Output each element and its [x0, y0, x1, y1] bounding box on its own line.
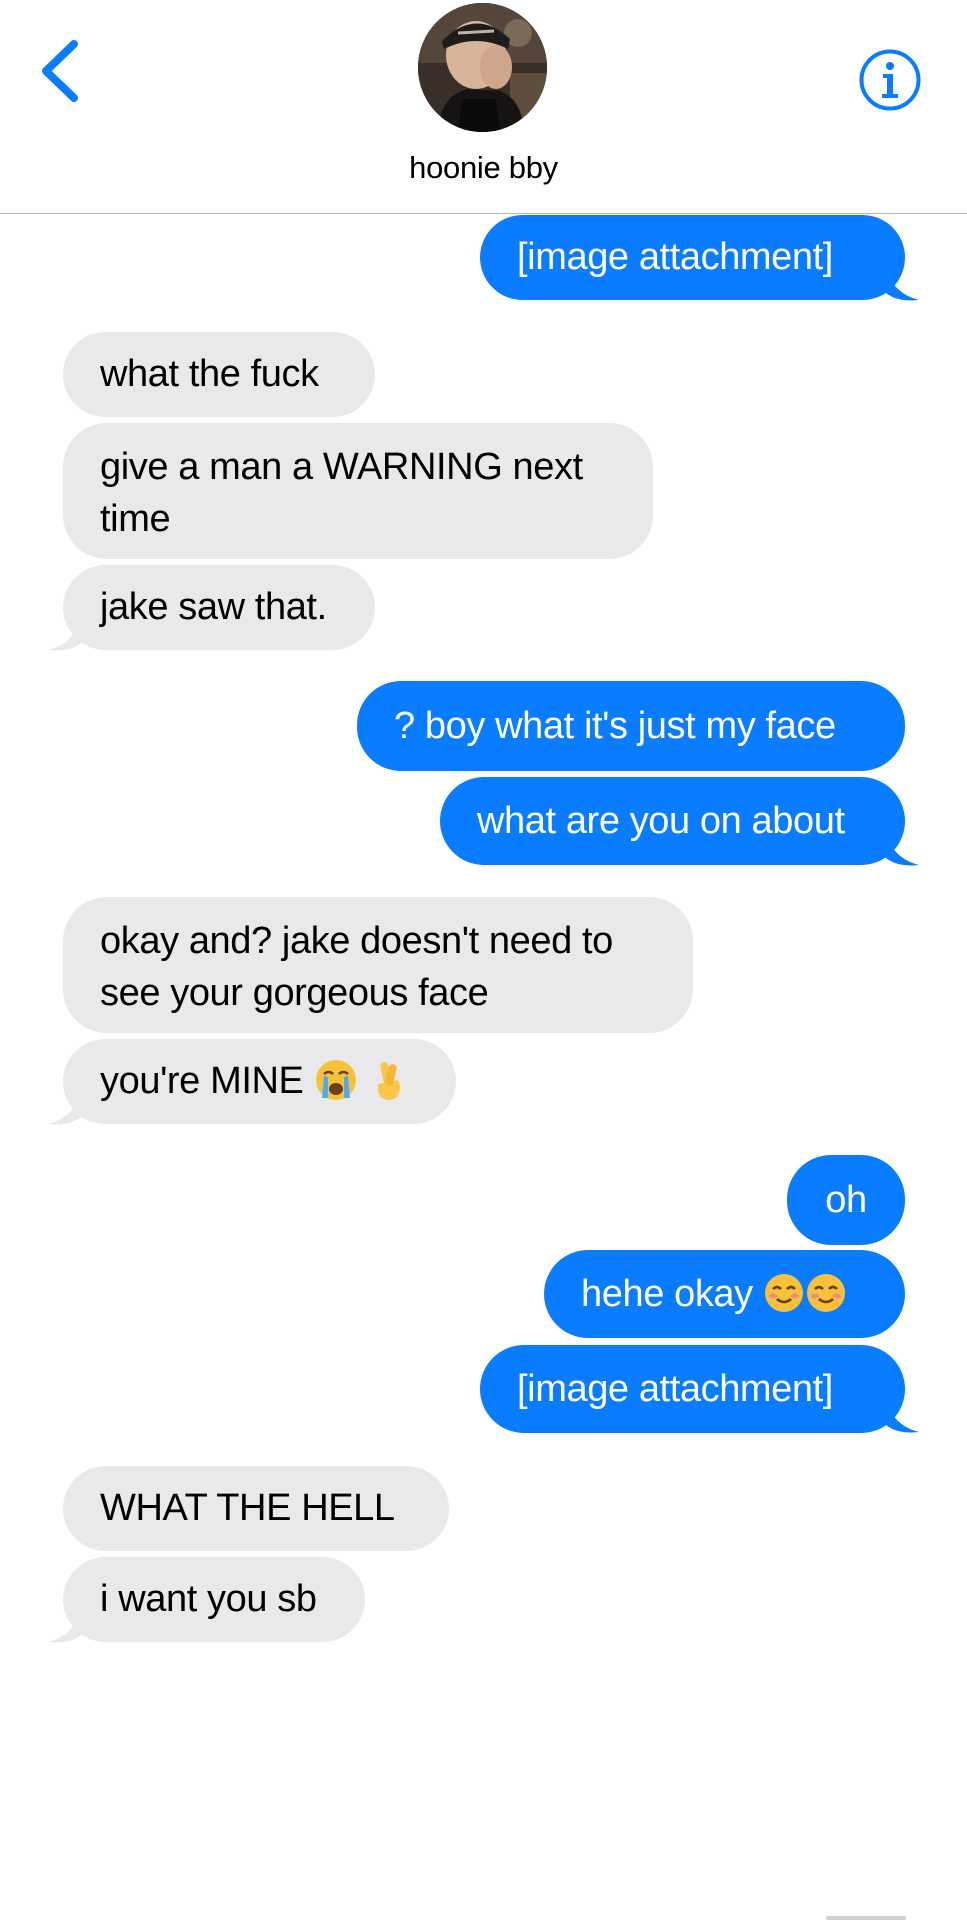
bubble-tail — [885, 268, 919, 301]
smiling-face-emoji — [806, 1273, 845, 1312]
sent-message-bubble[interactable]: ? boy what it's just my face — [357, 681, 905, 771]
sent-message-bubble[interactable]: [image attachment] — [480, 215, 905, 300]
contact-name: hoonie bby — [409, 150, 558, 185]
message-text: what are you on about — [477, 800, 845, 842]
message-text: oh — [825, 1179, 867, 1221]
received-message-bubble[interactable]: WHAT THE HELL — [63, 1466, 449, 1551]
message-text: give a man a WARNING next time — [100, 446, 583, 540]
info-icon[interactable] — [858, 48, 922, 112]
sent-message-bubble[interactable]: oh — [787, 1155, 905, 1245]
received-message-bubble[interactable]: okay and? jake doesn't need to see your … — [63, 897, 693, 1033]
message-text: [image attachment] — [517, 1368, 833, 1410]
smiling-face-emoji — [764, 1273, 803, 1312]
message-text: i want you sb — [100, 1578, 317, 1620]
message-text: ? boy what it's just my face — [394, 705, 836, 747]
bubble-tail — [48, 1610, 82, 1643]
message-text: okay and? jake doesn't need to see your … — [100, 920, 613, 1014]
sent-message-bubble[interactable]: what are you on about — [440, 777, 905, 865]
received-message-bubble[interactable]: you're MINE — [63, 1039, 456, 1124]
message-text: [image attachment] — [517, 236, 833, 278]
avatar[interactable] — [418, 3, 547, 132]
message-text: jake saw that. — [100, 586, 327, 628]
received-message-bubble[interactable]: what the fuck — [63, 332, 375, 417]
received-message-bubble[interactable]: give a man a WARNING next time — [63, 423, 653, 559]
conversation-header: hoonie bby — [0, 0, 967, 214]
chevron-left-icon[interactable] — [36, 38, 84, 104]
bubble-tail — [885, 833, 919, 866]
sent-message-bubble[interactable]: [image attachment] — [480, 1345, 905, 1433]
received-message-bubble[interactable]: jake saw that. — [63, 565, 375, 650]
bubble-tail — [885, 1400, 919, 1433]
loudly-crying-face-emoji — [315, 1059, 356, 1100]
sent-message-bubble[interactable]: hehe okay — [544, 1250, 905, 1338]
message-text: WHAT THE HELL — [100, 1487, 395, 1529]
bubble-tail — [48, 618, 82, 651]
bubble-tail — [48, 1092, 82, 1125]
message-text: what the fuck — [100, 353, 319, 395]
message-text: you're MINE — [100, 1060, 304, 1102]
received-message-bubble[interactable]: i want you sb — [63, 1557, 365, 1642]
crossed-fingers-emoji — [377, 1062, 400, 1100]
message-text: hehe okay — [581, 1273, 753, 1315]
home-indicator — [826, 1916, 906, 1920]
